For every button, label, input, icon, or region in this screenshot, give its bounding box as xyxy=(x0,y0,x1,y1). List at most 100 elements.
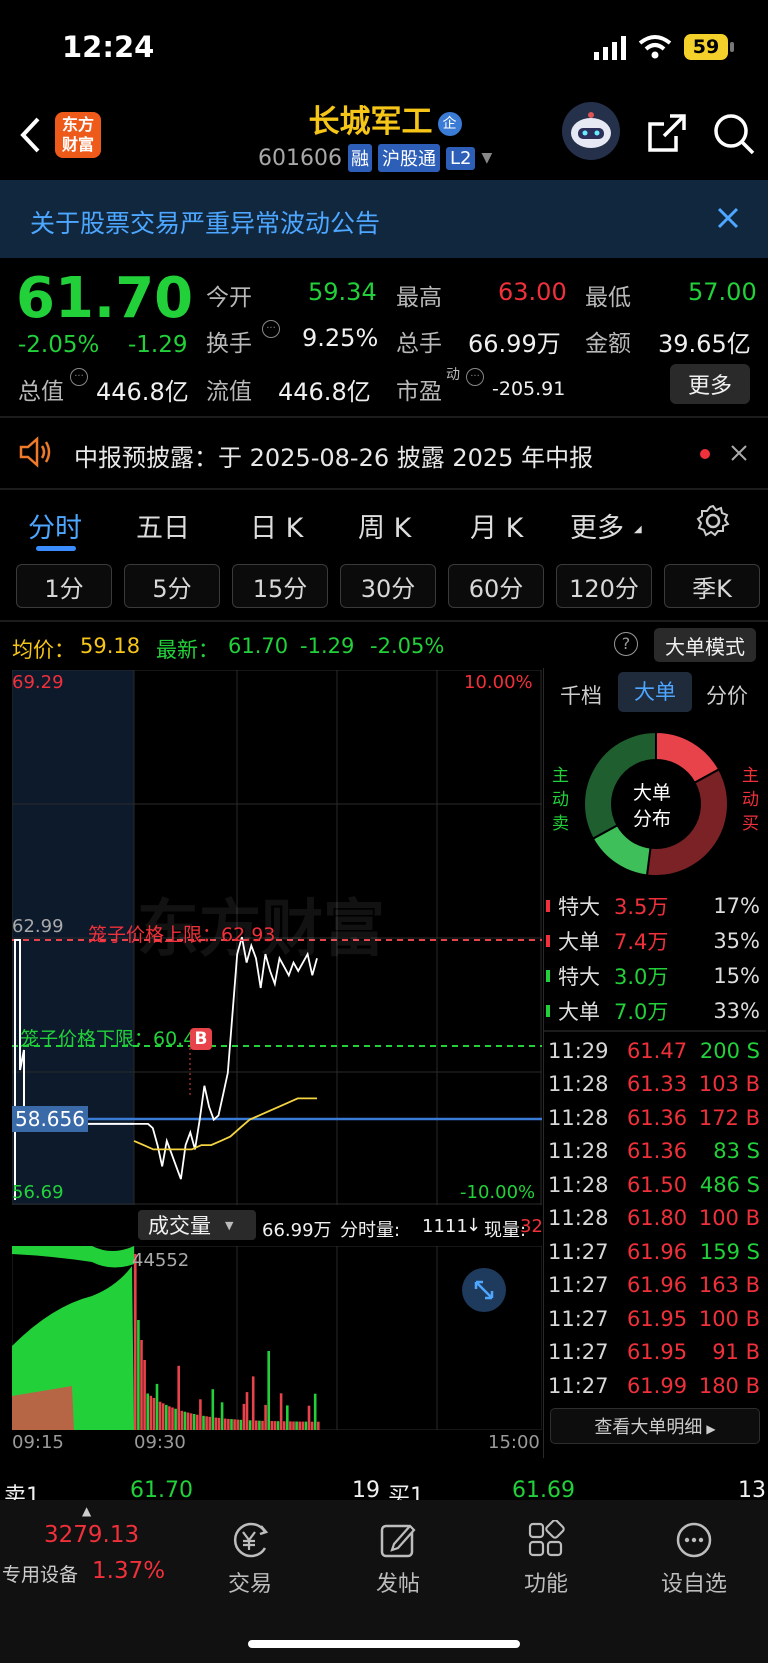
summary-amount: 7.4万 xyxy=(614,929,669,954)
tab-intraday[interactable]: 分时 xyxy=(28,506,82,545)
tab-price-distribution[interactable]: 分价 xyxy=(706,680,748,710)
help-icon[interactable]: ? xyxy=(614,632,638,656)
volume-bar xyxy=(245,1392,249,1430)
latest-change: -1.29 xyxy=(300,634,355,658)
nav-label: 交易 xyxy=(227,1572,272,1597)
volume-bar xyxy=(251,1376,255,1430)
bullet xyxy=(546,899,550,912)
volume-bar xyxy=(171,1407,174,1430)
home-indicator xyxy=(248,1640,520,1648)
volume-bar xyxy=(205,1416,208,1430)
app-logo[interactable]: 东方 财富 xyxy=(55,112,101,158)
tab-daily-k[interactable]: 日 K xyxy=(250,506,303,545)
volume-bar xyxy=(202,1415,205,1430)
caret-down-icon[interactable]: ▼ xyxy=(481,150,492,166)
volume-bar xyxy=(220,1402,224,1430)
announcement-bar[interactable]: 中报预披露：于 2025-08-26 披露 2025 年中报 xyxy=(0,418,768,488)
trade-price: 61.96 xyxy=(626,1273,688,1298)
trade-row: 11:27 61.95 100 B xyxy=(548,1302,766,1336)
label-char: 动 xyxy=(742,790,759,810)
tab-thousand-levels[interactable]: 千档 xyxy=(560,680,602,710)
period-1min[interactable]: 1分 xyxy=(16,564,112,608)
volume-bar xyxy=(137,1320,140,1430)
nav-trade[interactable]: 交易 xyxy=(190,1520,310,1598)
period-5min[interactable]: 5分 xyxy=(124,564,220,608)
volume-bar xyxy=(286,1405,289,1430)
volume-bar xyxy=(233,1419,236,1430)
order-book-strip[interactable]: 卖1 61.70 19 买1 61.69 13 xyxy=(0,1470,768,1500)
nav-label: 发帖 xyxy=(375,1572,420,1597)
intraday-chart[interactable]: 东方财富 69.29 10.00% 62.99 笼子价格上限：62.93 笼子价… xyxy=(12,670,542,1205)
volume-label: 总手 xyxy=(396,331,442,357)
nav-functions[interactable]: 功能 xyxy=(486,1520,606,1598)
big-order-summary: 特大 3.5万 17% 大单 7.4万 35% 特大 3.0万 15% 大单 7.0万 33% xyxy=(544,888,766,1028)
tab-more[interactable]: 更多 xyxy=(570,506,624,545)
volume-bar xyxy=(239,1419,243,1430)
nav-add-watchlist[interactable]: 设自选 xyxy=(634,1520,754,1598)
volume-bar xyxy=(180,1410,184,1430)
trade-volume: 91 B xyxy=(712,1340,760,1365)
settings-gear-icon[interactable] xyxy=(696,504,730,542)
tab-monthly-k[interactable]: 月 K xyxy=(470,506,523,545)
summary-row: 特大 3.5万 17% xyxy=(544,888,766,923)
low-value: 57.00 xyxy=(688,278,757,306)
period-60min[interactable]: 60分 xyxy=(448,564,544,608)
tab-big-orders[interactable]: 大单 xyxy=(618,672,692,712)
volume-bar xyxy=(279,1393,283,1430)
trade-row: 11:27 61.95 91 B xyxy=(548,1336,766,1370)
tab-five-day[interactable]: 五日 xyxy=(136,506,190,545)
more-icon xyxy=(676,1522,712,1558)
back-icon[interactable] xyxy=(18,116,42,158)
summary-row: 特大 3.0万 15% xyxy=(544,958,766,993)
stock-title[interactable]: 长城军工 企 xyxy=(260,96,510,141)
expand-icon[interactable] xyxy=(462,1268,506,1312)
robot-avatar-icon[interactable] xyxy=(562,102,620,160)
info-icon[interactable]: ··· xyxy=(262,320,280,338)
sector-name[interactable]: 专用设备 xyxy=(2,1560,78,1587)
volume-bar xyxy=(217,1417,221,1430)
share-icon[interactable] xyxy=(646,112,688,158)
close-icon[interactable] xyxy=(730,444,748,466)
info-icon[interactable]: ··· xyxy=(70,368,88,386)
volume-bar xyxy=(214,1417,218,1430)
volume-chart[interactable]: 44552 xyxy=(12,1246,542,1430)
period-quarter-k[interactable]: 季K xyxy=(664,564,760,608)
trade-volume: 180 B xyxy=(698,1373,760,1398)
caret-up-icon: ▲ xyxy=(82,1504,92,1518)
abnormal-notice-banner[interactable]: 关于股票交易严重异常波动公告 xyxy=(0,180,768,258)
more-button[interactable]: 更多 xyxy=(670,364,750,404)
period-120min[interactable]: 120分 xyxy=(556,564,652,608)
speaker-icon xyxy=(18,436,52,472)
big-order-mode-button[interactable]: 大单模式 xyxy=(654,628,756,662)
period-30min[interactable]: 30分 xyxy=(340,564,436,608)
turnover-value: 9.25% xyxy=(302,324,379,352)
info-icon[interactable]: ··· xyxy=(466,368,484,386)
view-big-order-detail-button[interactable]: 查看大单明细 ▶ xyxy=(550,1408,760,1444)
nav-post[interactable]: 发帖 xyxy=(338,1520,458,1598)
low-label: 最低 xyxy=(585,285,631,311)
volume-bar xyxy=(143,1360,146,1430)
indicator-name: 成交量 xyxy=(148,1214,211,1238)
bullet xyxy=(546,934,550,947)
period-15min[interactable]: 15分 xyxy=(232,564,328,608)
lower-limit-label: 笼子价格下限：60.46 xyxy=(20,1028,208,1050)
volume-bar xyxy=(307,1405,311,1430)
stock-name: 长城军工 xyxy=(308,104,433,140)
volume-bar xyxy=(298,1421,301,1430)
market-cap-label: 总值 xyxy=(18,379,64,405)
volume-bar xyxy=(261,1420,264,1430)
tab-weekly-k[interactable]: 周 K xyxy=(358,506,411,545)
close-icon[interactable] xyxy=(716,206,740,234)
buy-marker-b[interactable]: B xyxy=(190,1028,212,1050)
indicator-selector[interactable]: 成交量 ▼ xyxy=(138,1210,256,1240)
volume-bar xyxy=(149,1395,153,1430)
battery-level: 59 xyxy=(692,36,720,58)
trade-volume: 172 B xyxy=(698,1105,760,1130)
volume-header: 成交量 ▼ 66.99万 分时量: 1111 ↓ 现量: 32 xyxy=(0,1208,542,1244)
trade-price: 61.99 xyxy=(626,1373,688,1398)
high-label: 最高 xyxy=(396,285,442,311)
sector-index-value[interactable]: 3279.13 xyxy=(44,1522,139,1548)
search-icon[interactable] xyxy=(712,112,756,160)
edit-icon xyxy=(380,1524,416,1558)
avg-label: 均价： xyxy=(12,638,75,662)
